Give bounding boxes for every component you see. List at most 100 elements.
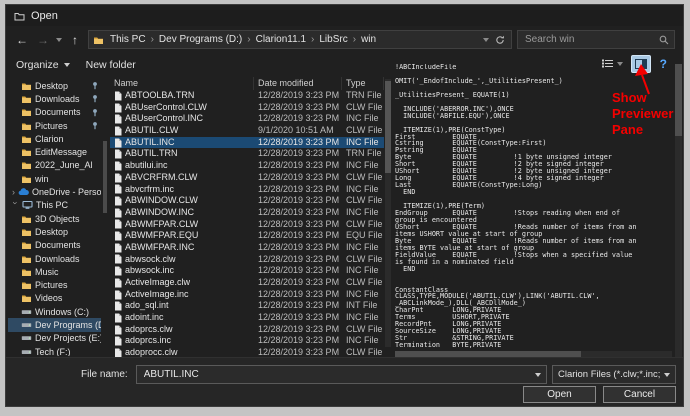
search-input[interactable] <box>523 33 655 46</box>
cancel-button[interactable]: Cancel <box>603 386 676 403</box>
back-button[interactable]: ← <box>14 33 30 47</box>
drive-icon <box>21 320 32 330</box>
file-type-combobox[interactable]: Clarion Files (*.clw;*.inc;*.int;*.tr <box>552 365 676 384</box>
file-row-adoint.inc[interactable]: adoint.inc12/28/2019 3:23 PMINC File <box>110 312 384 324</box>
file-row-abwsock.clw[interactable]: abwsock.clw12/28/2019 3:23 PMCLW File <box>110 254 384 266</box>
file-icon <box>114 184 122 194</box>
file-row-abusercontrol.inc[interactable]: ABUserControl.INC12/28/2019 3:23 PMINC F… <box>110 113 384 125</box>
refresh-icon[interactable] <box>495 35 505 45</box>
sidebar-item-desktop[interactable]: Desktop <box>8 79 101 92</box>
breadcrumb-item[interactable]: Clarion11.1 <box>252 34 310 45</box>
recent-locations-chevron-icon[interactable] <box>56 38 62 42</box>
file-type: CLW File <box>342 219 384 231</box>
breadcrumb-item[interactable]: Dev Programs (D:) <box>155 34 246 45</box>
sidebar-item-videos[interactable]: Videos <box>8 292 101 305</box>
sidebar-item-onedrive-person[interactable]: ›OneDrive - Person <box>8 185 101 198</box>
sidebar-item-downloads[interactable]: Downloads <box>8 92 101 105</box>
sidebar-item-desktop[interactable]: Desktop <box>8 225 101 238</box>
file-row-abwmfpar.inc[interactable]: ABWMFPAR.INC12/28/2019 3:23 PMINC File <box>110 242 384 254</box>
file-row-abwindow.clw[interactable]: ABWINDOW.CLW12/28/2019 3:23 PMCLW File <box>110 195 384 207</box>
file-row-abtoolba.trn[interactable]: ABTOOLBA.TRN12/28/2019 3:23 PMTRN File <box>110 90 384 102</box>
address-dropdown-icon[interactable] <box>483 38 489 42</box>
sidebar-item-2022-june-al[interactable]: 2022_June_Al <box>8 159 101 172</box>
sidebar-item-documents[interactable]: Documents <box>8 106 101 119</box>
sidebar-item-documents[interactable]: Documents <box>8 239 101 252</box>
file-row-adoprcs.inc[interactable]: adoprcs.inc12/28/2019 3:23 PMINC File <box>110 335 384 347</box>
file-row-activeimage.inc[interactable]: ActiveImage.inc12/28/2019 3:23 PMINC Fil… <box>110 289 384 301</box>
file-row-ado_sql.int[interactable]: ado_sql.int12/28/2019 3:23 PMINT File <box>110 300 384 312</box>
folder-icon <box>21 160 32 170</box>
sidebar-item-label: Downloads <box>35 94 80 104</box>
expand-chevron-icon[interactable]: › <box>12 187 15 197</box>
file-row-abutil.trn[interactable]: ABUTIL.TRN12/28/2019 3:23 PMTRN File <box>110 148 384 160</box>
sidebar-item-clarion[interactable]: Clarion <box>8 132 101 145</box>
breadcrumb-item[interactable]: win <box>357 34 380 45</box>
file-row-abwsock.inc[interactable]: abwsock.inc12/28/2019 3:23 PMINC File <box>110 265 384 277</box>
file-row-adoprocc.clw[interactable]: adoprocc.clw12/28/2019 3:23 PMCLW File <box>110 347 384 357</box>
help-button[interactable]: ? <box>660 57 667 71</box>
sidebar-item-windows-c[interactable]: Windows (C:) <box>8 305 101 318</box>
file-icon <box>114 278 122 288</box>
file-row-abutil.clw[interactable]: ABUTIL.CLW9/1/2020 10:51 AMCLW File <box>110 125 384 137</box>
scrollbar-thumb[interactable] <box>103 141 107 213</box>
column-header-type[interactable]: Type <box>342 77 384 90</box>
file-name: ABUserControl.INC <box>125 113 203 125</box>
sidebar-item-label: win <box>35 174 49 184</box>
forward-button[interactable]: → <box>35 33 51 47</box>
sidebar-item-this-pc[interactable]: › This PC <box>8 199 101 212</box>
file-list-scrollbar[interactable] <box>385 79 391 347</box>
file-row-adoprcs.clw[interactable]: adoprcs.clw12/28/2019 3:23 PMCLW File <box>110 324 384 336</box>
views-button[interactable] <box>601 58 623 69</box>
file-name: abwsock.inc <box>125 265 174 277</box>
sidebar-item-editmessage[interactable]: EditMessage <box>8 145 101 158</box>
file-row-abwindow.inc[interactable]: ABWINDOW.INC12/28/2019 3:23 PMINC File <box>110 207 384 219</box>
file-row-abwmfpar.equ[interactable]: ABWMFPAR.EQU12/28/2019 3:23 PMEQU File <box>110 230 384 242</box>
file-list-body: ABTOOLBA.TRN12/28/2019 3:23 PMTRN FileAB… <box>110 90 384 357</box>
sidebar-item-downloads[interactable]: Downloads <box>8 252 101 265</box>
sidebar-scrollbar[interactable] <box>103 79 107 356</box>
file-row-abvcrfrm.clw[interactable]: ABVCRFRM.CLW12/28/2019 3:23 PMCLW File <box>110 172 384 184</box>
breadcrumb-item[interactable]: LibSrc <box>315 34 351 45</box>
new-folder-button[interactable]: New folder <box>86 59 136 71</box>
expand-chevron-icon[interactable]: › <box>11 202 21 209</box>
sidebar-item-win[interactable]: win <box>8 172 101 185</box>
sidebar-item-dev-programs-d[interactable]: Dev Programs (D:) <box>8 318 101 331</box>
sidebar-item-music[interactable]: Music <box>8 265 101 278</box>
breadcrumb-item[interactable]: This PC <box>106 34 150 45</box>
sidebar-item-pictures[interactable]: Pictures <box>8 278 101 291</box>
file-row-abvcrfrm.inc[interactable]: abvcrfrm.inc12/28/2019 3:23 PMINC File <box>110 184 384 196</box>
file-type-dropdown-icon[interactable] <box>664 373 670 377</box>
column-header-date-modified[interactable]: Date modified <box>254 77 342 90</box>
file-name-combobox[interactable] <box>136 365 547 384</box>
file-row-abusercontrol.clw[interactable]: ABUserControl.CLW12/28/2019 3:23 PMCLW F… <box>110 102 384 114</box>
sidebar-item-label: This PC <box>36 200 68 210</box>
file-row-abwmfpar.clw[interactable]: ABWMFPAR.CLW12/28/2019 3:23 PMCLW File <box>110 219 384 231</box>
file-name-dropdown-icon[interactable] <box>535 373 541 377</box>
pin-icon <box>91 81 99 90</box>
preview-pane-toggle[interactable] <box>631 55 651 73</box>
file-list-header: NameDate modifiedType <box>110 77 384 90</box>
file-type: CLW File <box>342 172 384 184</box>
scrollbar-thumb[interactable] <box>385 81 391 173</box>
file-row-abutil.inc[interactable]: ABUTIL.INC12/28/2019 3:23 PMINC File <box>110 137 384 149</box>
folder-icon <box>21 293 32 303</box>
sidebar-item-tech-f[interactable]: Tech (F:) <box>8 345 101 356</box>
file-type: INC File <box>342 265 384 277</box>
file-type: CLW File <box>342 102 384 114</box>
title-bar: Open <box>6 5 683 26</box>
file-row-activeimage.clw[interactable]: ActiveImage.clw12/28/2019 3:23 PMCLW Fil… <box>110 277 384 289</box>
organize-button[interactable]: Organize <box>16 59 70 71</box>
search-box[interactable] <box>517 30 675 49</box>
preview-vscrollbar[interactable] <box>675 64 682 358</box>
file-row-abutilui.inc[interactable]: abutilui.inc12/28/2019 3:23 PMINC File <box>110 160 384 172</box>
file-type: CLW File <box>342 324 384 336</box>
file-type: TRN File <box>342 90 384 102</box>
open-button[interactable]: Open <box>523 386 596 403</box>
up-button[interactable]: ↑ <box>67 33 83 47</box>
sidebar-item-pictures[interactable]: Pictures <box>8 119 101 132</box>
file-name-input[interactable] <box>142 368 531 381</box>
sidebar-item-dev-projects-e[interactable]: Dev Projects (E:) <box>8 332 101 345</box>
column-header-name[interactable]: Name <box>110 77 254 90</box>
sidebar-item-3d-objects[interactable]: 3D Objects <box>8 212 101 225</box>
address-bar[interactable]: This PC›Dev Programs (D:)›Clarion11.1›Li… <box>88 30 512 49</box>
